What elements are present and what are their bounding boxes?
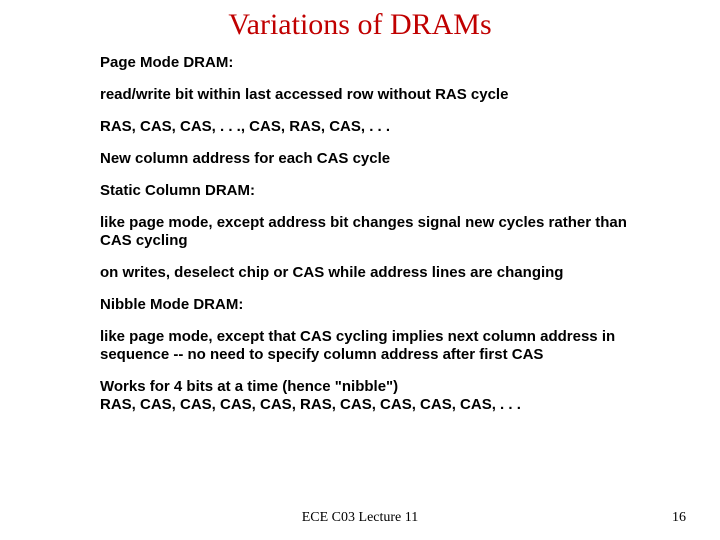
page-mode-line3: New column address for each CAS cycle [100,150,660,168]
page-mode-line1: read/write bit within last accessed row … [100,86,660,104]
slide: Variations of DRAMs Page Mode DRAM: read… [0,0,720,540]
page-mode-heading: Page Mode DRAM: [100,54,660,72]
footer-center: ECE C03 Lecture 11 [0,510,720,526]
nibble-line2: Works for 4 bits at a time (hence "nibbl… [100,378,660,396]
static-col-line2: on writes, deselect chip or CAS while ad… [100,264,660,282]
static-col-line1: like page mode, except address bit chang… [100,214,660,250]
nibble-heading: Nibble Mode DRAM: [100,296,660,314]
page-mode-line2: RAS, CAS, CAS, . . ., CAS, RAS, CAS, . .… [100,118,660,136]
nibble-line3: RAS, CAS, CAS, CAS, CAS, RAS, CAS, CAS, … [100,396,660,414]
static-col-heading: Static Column DRAM: [100,182,660,200]
slide-body: Page Mode DRAM: read/write bit within la… [100,54,660,428]
nibble-line1: like page mode, except that CAS cycling … [100,328,660,364]
slide-title: Variations of DRAMs [0,8,720,42]
footer-page-number: 16 [672,510,686,526]
